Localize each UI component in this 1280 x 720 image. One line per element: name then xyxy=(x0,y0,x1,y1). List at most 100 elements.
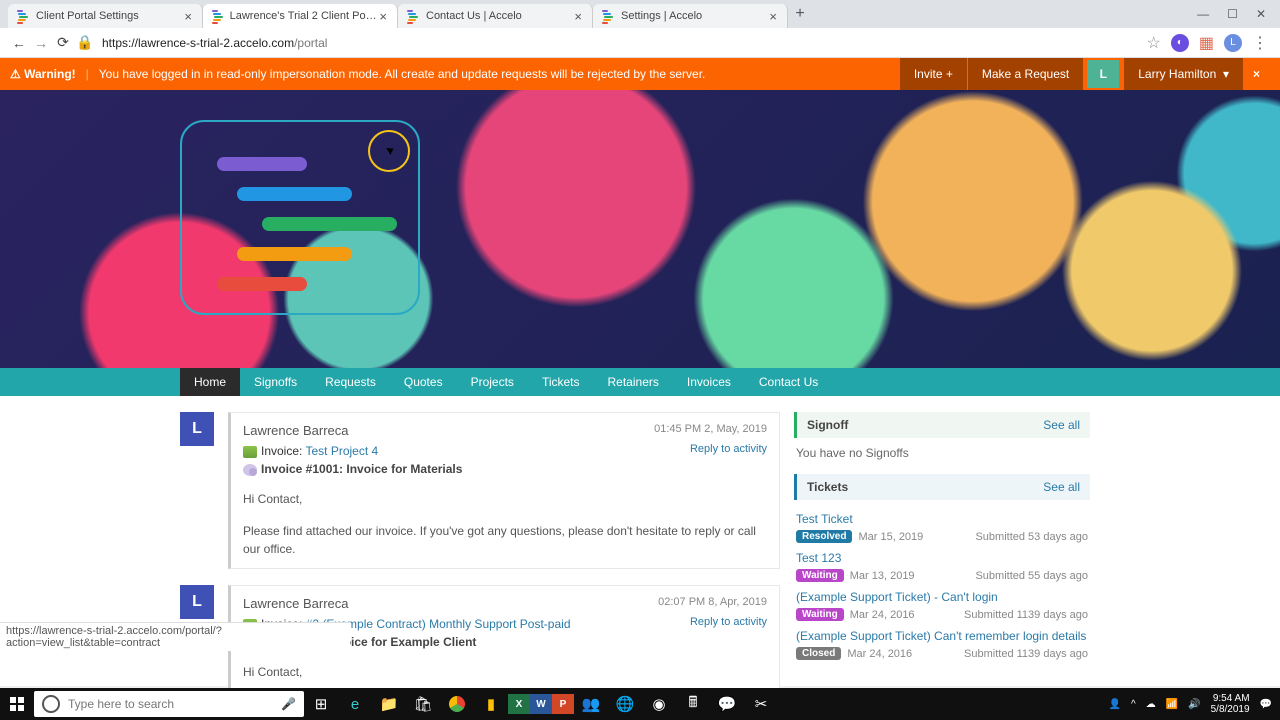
nav-invoices[interactable]: Invoices xyxy=(673,368,745,396)
close-tab-icon[interactable]: × xyxy=(572,9,584,24)
windows-taskbar: Type here to search 🎤 ⊞ e 📁 🛍 ▮ X W P 👥 … xyxy=(0,688,1280,720)
ticket-date: Mar 13, 2019 xyxy=(850,570,915,582)
tickets-panel-header: Tickets See all xyxy=(794,474,1090,500)
new-tab-button[interactable]: + xyxy=(788,5,812,23)
sidebar: Signoff See all You have no Signoffs Tic… xyxy=(794,412,1090,686)
nav-back-icon[interactable]: ← xyxy=(8,35,30,51)
activity-time: 01:45 PM 2, May, 2019 xyxy=(654,423,767,435)
word-icon[interactable]: W xyxy=(530,694,552,714)
thread-icon xyxy=(243,464,257,476)
nav-requests[interactable]: Requests xyxy=(311,368,390,396)
ticket-item: (Example Support Ticket) - Can't login Wa… xyxy=(794,586,1090,625)
nav-reload-icon[interactable]: ⟳ xyxy=(52,34,74,51)
ticket-item: (Example Support Ticket) Can't remember … xyxy=(794,625,1090,664)
activity-time: 02:07 PM 8, Apr, 2019 xyxy=(658,596,767,608)
nav-forward-icon[interactable]: → xyxy=(30,35,52,51)
nav-retainers[interactable]: Retainers xyxy=(594,368,673,396)
nav-tickets[interactable]: Tickets xyxy=(528,368,594,396)
start-button[interactable] xyxy=(0,688,34,720)
extension-icon[interactable]: ◐ xyxy=(1171,34,1189,52)
url-field[interactable]: https://lawrence-s-trial-2.accelo.com/po… xyxy=(102,36,1147,50)
ticket-link[interactable]: (Example Support Ticket) - Can't login xyxy=(796,590,998,604)
browser-tab[interactable]: Lawrence's Trial 2 Client Portal - I× xyxy=(203,4,398,28)
chrome-icon[interactable] xyxy=(440,688,474,720)
window-minimize[interactable]: — xyxy=(1197,7,1209,21)
browser-tab[interactable]: Client Portal Settings× xyxy=(8,4,203,28)
calculator-icon[interactable]: 🖩 xyxy=(676,688,710,720)
main-content: LLawrence Barreca01:45 PM 2, May, 2019Re… xyxy=(0,396,1280,686)
store-icon[interactable]: 🛍 xyxy=(406,688,440,720)
activity-title-link[interactable]: Test Project 4 xyxy=(305,444,378,458)
tray-up-icon[interactable]: ^ xyxy=(1131,699,1136,710)
tray-people-icon[interactable]: 👤 xyxy=(1109,699,1121,710)
status-badge: Waiting xyxy=(796,608,844,621)
file-explorer-icon[interactable]: 📁 xyxy=(372,688,406,720)
invite-button[interactable]: Invite + xyxy=(900,58,967,90)
tickets-see-all-link[interactable]: See all xyxy=(1043,480,1080,494)
ticket-item: Test 123WaitingMar 13, 2019Submitted 55 … xyxy=(794,547,1090,586)
nav-quotes[interactable]: Quotes xyxy=(390,368,457,396)
user-avatar[interactable]: L xyxy=(1087,60,1119,88)
dismiss-warning-icon[interactable]: × xyxy=(1243,67,1270,81)
nav-projects[interactable]: Projects xyxy=(457,368,528,396)
signoff-panel-header: Signoff See all xyxy=(794,412,1090,438)
lock-icon: 🔒 xyxy=(74,34,96,51)
extension-icon[interactable]: ▦ xyxy=(1199,33,1214,53)
close-tab-icon[interactable]: × xyxy=(182,9,194,24)
user-menu[interactable]: Larry Hamilton ▾ xyxy=(1124,58,1243,90)
app-icon[interactable]: 🌐 xyxy=(608,688,642,720)
tray-onedrive-icon[interactable]: ☁ xyxy=(1146,699,1156,710)
signoff-see-all-link[interactable]: See all xyxy=(1043,418,1080,432)
activity-avatar: L xyxy=(180,412,214,446)
taskbar-clock[interactable]: 9:54 AM5/8/2019 xyxy=(1211,693,1250,715)
tray-volume-icon[interactable]: 🔊 xyxy=(1188,699,1200,710)
browser-tab[interactable]: Contact Us | Accelo× xyxy=(398,4,593,28)
activity-greeting: Hi Contact, xyxy=(243,490,767,508)
close-tab-icon[interactable]: × xyxy=(377,9,389,24)
nav-contact-us[interactable]: Contact Us xyxy=(745,368,832,396)
teams-icon[interactable]: 👥 xyxy=(574,688,608,720)
window-maximize[interactable]: ☐ xyxy=(1227,7,1238,21)
reply-link[interactable]: Reply to activity xyxy=(690,443,767,455)
notifications-icon[interactable]: 💬 xyxy=(1260,699,1272,710)
status-badge: Resolved xyxy=(796,530,852,543)
app-icon[interactable]: ◉ xyxy=(642,688,676,720)
edge-icon[interactable]: e xyxy=(338,688,372,720)
make-request-button[interactable]: Make a Request xyxy=(968,58,1083,90)
close-tab-icon[interactable]: × xyxy=(767,9,779,24)
ticket-item: Test TicketResolvedMar 15, 2019Submitted… xyxy=(794,508,1090,547)
hero-banner xyxy=(0,90,1280,368)
browser-menu-icon[interactable]: ⋮ xyxy=(1252,33,1268,53)
task-view-icon[interactable]: ⊞ xyxy=(304,688,338,720)
nav-signoffs[interactable]: Signoffs xyxy=(240,368,311,396)
ticket-link[interactable]: Test 123 xyxy=(796,551,841,565)
portal-nav: HomeSignoffsRequestsQuotesProjectsTicket… xyxy=(0,368,1280,396)
ticket-link[interactable]: (Example Support Ticket) Can't remember … xyxy=(796,629,1086,643)
window-close[interactable]: ✕ xyxy=(1256,7,1266,21)
browser-tab[interactable]: Settings | Accelo× xyxy=(593,4,788,28)
app-icon[interactable]: ▮ xyxy=(474,688,508,720)
reply-link[interactable]: Reply to activity xyxy=(690,616,767,628)
mic-icon[interactable]: 🎤 xyxy=(281,697,296,711)
favicon-icon xyxy=(406,9,420,23)
favicon-icon xyxy=(211,9,224,23)
browser-status-url: https://lawrence-s-trial-2.accelo.com/po… xyxy=(0,622,350,651)
excel-icon[interactable]: X xyxy=(508,694,530,714)
snip-icon[interactable]: ✂ xyxy=(744,688,778,720)
profile-avatar[interactable]: L xyxy=(1224,34,1242,52)
cursor-highlight xyxy=(368,130,410,172)
app-icon[interactable]: 💬 xyxy=(710,688,744,720)
powerpoint-icon[interactable]: P xyxy=(552,694,574,714)
impersonation-warning-bar: Warning! | You have logged in in read-on… xyxy=(0,58,1280,90)
taskbar-search[interactable]: Type here to search 🎤 xyxy=(34,691,304,717)
address-bar: ← → ⟳ 🔒 https://lawrence-s-trial-2.accel… xyxy=(0,28,1280,58)
activity-item: LLawrence Barreca01:45 PM 2, May, 2019Re… xyxy=(180,412,780,569)
status-badge: Closed xyxy=(796,647,841,660)
nav-home[interactable]: Home xyxy=(180,368,240,396)
signoff-empty-text: You have no Signoffs xyxy=(794,446,1090,474)
ticket-date: Mar 15, 2019 xyxy=(858,531,923,543)
browser-tab-strip: Client Portal Settings×Lawrence's Trial … xyxy=(0,0,1280,28)
bookmark-star-icon[interactable]: ☆ xyxy=(1147,33,1161,53)
tray-wifi-icon[interactable]: 📶 xyxy=(1166,699,1178,710)
ticket-link[interactable]: Test Ticket xyxy=(796,512,853,526)
